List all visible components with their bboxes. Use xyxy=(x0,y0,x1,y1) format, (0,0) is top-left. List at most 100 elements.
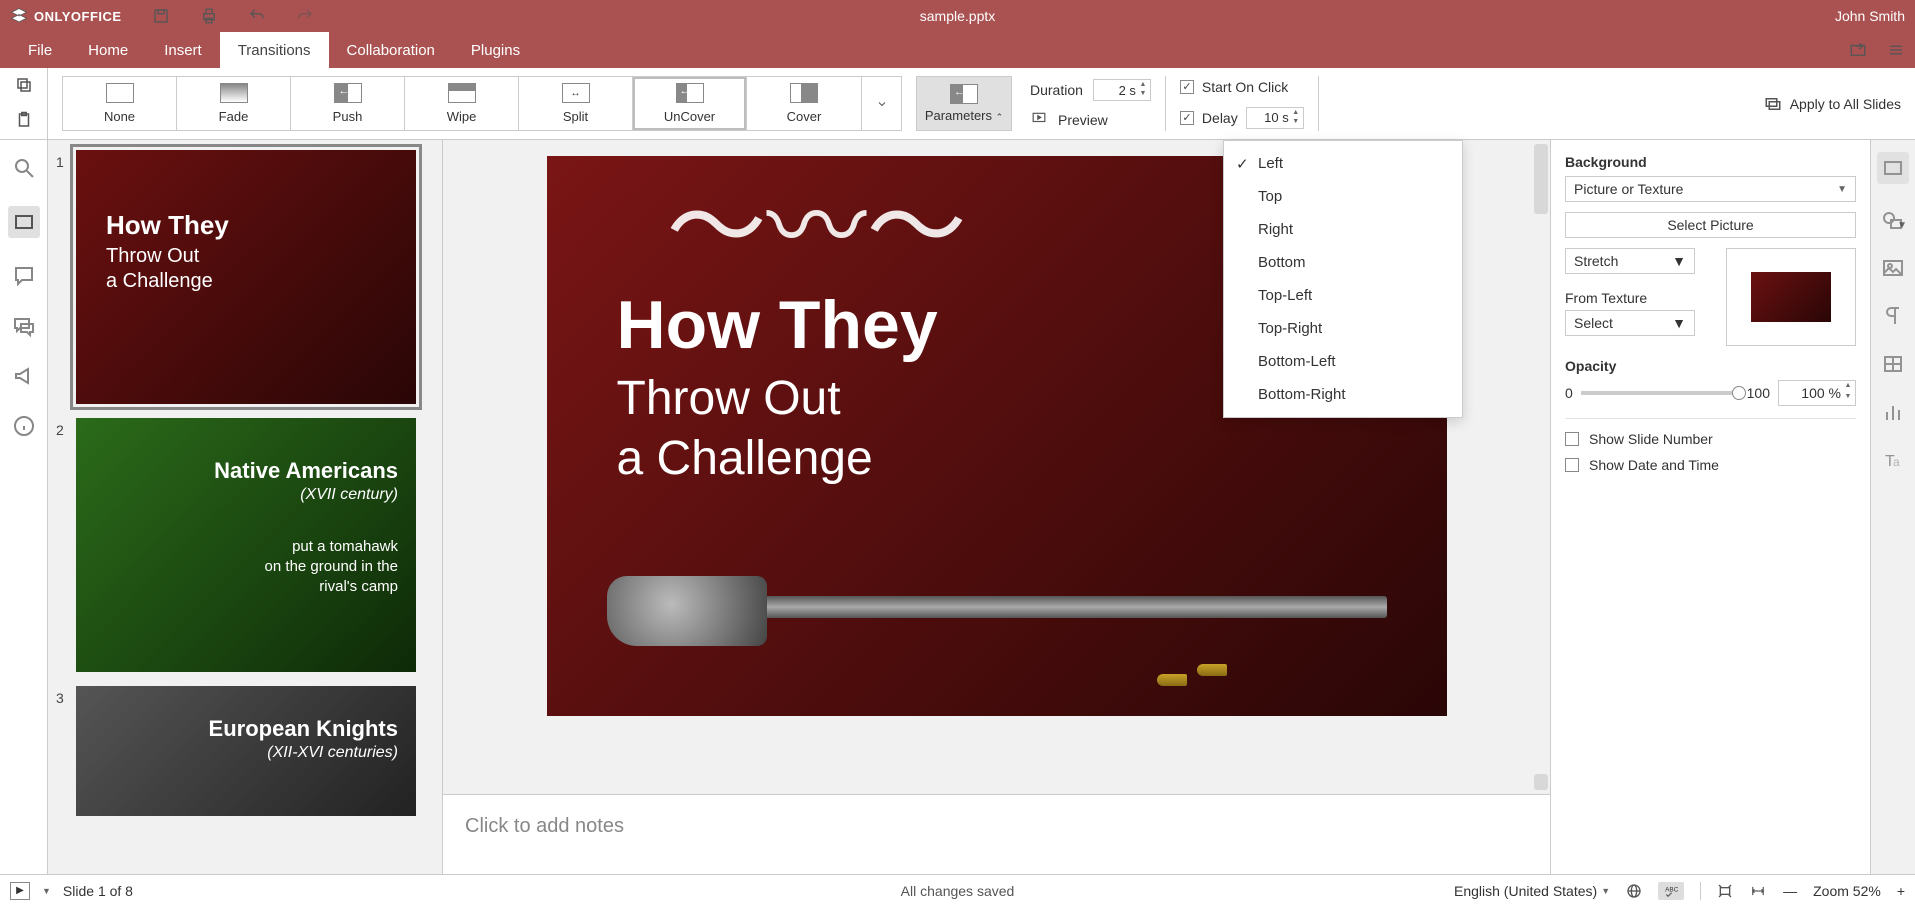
stretch-select[interactable]: Stretch▼ xyxy=(1565,248,1695,274)
paste-icon[interactable] xyxy=(15,111,33,132)
tab-file[interactable]: File xyxy=(10,32,70,68)
zoom-in-button[interactable]: + xyxy=(1897,883,1905,899)
vertical-scrollbar-end[interactable] xyxy=(1534,774,1548,790)
param-option-top[interactable]: Top xyxy=(1224,180,1462,213)
title-bar: ONLYOFFICE sample.pptx John Smith xyxy=(0,0,1915,32)
apply-to-all-button[interactable]: Apply to All Slides xyxy=(1764,68,1901,139)
param-option-left[interactable]: Left xyxy=(1224,147,1462,180)
slideshow-dropdown-icon[interactable]: ▼ xyxy=(42,886,51,896)
fit-width-icon[interactable] xyxy=(1749,884,1767,898)
document-title: sample.pptx xyxy=(920,8,995,24)
right-toolbar: Ta xyxy=(1870,140,1915,874)
zoom-level[interactable]: Zoom 52% xyxy=(1813,883,1881,899)
tab-transitions[interactable]: Transitions xyxy=(220,32,329,68)
fit-slide-icon[interactable] xyxy=(1717,883,1733,899)
language-selector[interactable]: English (United States) ▼ xyxy=(1454,883,1610,899)
tab-home[interactable]: Home xyxy=(70,32,146,68)
start-slideshow-button[interactable]: ▶ xyxy=(10,882,30,900)
thumb-number: 2 xyxy=(56,418,70,672)
param-option-right[interactable]: Right xyxy=(1224,213,1462,246)
globe-icon[interactable] xyxy=(1626,883,1642,899)
transition-split[interactable]: ↔Split xyxy=(519,77,633,130)
show-date-checkbox[interactable] xyxy=(1565,458,1579,472)
view-settings-icon[interactable] xyxy=(1887,41,1905,59)
transition-fade[interactable]: Fade xyxy=(177,77,291,130)
preview-button[interactable]: Preview xyxy=(1058,112,1108,128)
thumb-number: 3 xyxy=(56,686,70,816)
chat-icon[interactable] xyxy=(12,314,36,338)
comments-icon[interactable] xyxy=(12,264,36,288)
from-texture-label: From Texture xyxy=(1565,290,1714,306)
opacity-heading: Opacity xyxy=(1565,358,1856,374)
param-option-top-left[interactable]: Top-Left xyxy=(1224,279,1462,312)
notes-area[interactable]: Click to add notes xyxy=(443,794,1550,874)
svg-text:a: a xyxy=(1893,455,1900,469)
table-settings-icon[interactable] xyxy=(1881,352,1905,376)
start-on-click-label: Start On Click xyxy=(1202,79,1288,95)
save-status: All changes saved xyxy=(901,883,1015,899)
transition-push[interactable]: ←Push xyxy=(291,77,405,130)
show-date-label: Show Date and Time xyxy=(1589,457,1719,473)
transition-gallery-expand[interactable] xyxy=(862,76,902,131)
show-slide-number-label: Show Slide Number xyxy=(1589,431,1713,447)
select-picture-button[interactable]: Select Picture▼ xyxy=(1565,212,1856,238)
apply-all-icon xyxy=(1764,95,1782,113)
slide-thumbnails-panel: 1 How They Throw Out a Challenge 2 Nativ… xyxy=(48,140,443,874)
slide-thumbnail-2[interactable]: Native Americans (XVII century) put a to… xyxy=(76,418,416,672)
param-option-top-right[interactable]: Top-Right xyxy=(1224,312,1462,345)
transition-none[interactable]: None xyxy=(63,77,177,130)
transition-uncover[interactable]: ←UnCover xyxy=(633,77,747,130)
bullet-graphic xyxy=(1197,664,1227,676)
parameters-button[interactable]: ← Parameters ⌃ xyxy=(916,76,1012,131)
show-slide-number-checkbox[interactable] xyxy=(1565,432,1579,446)
print-icon[interactable] xyxy=(200,7,218,25)
param-option-bottom[interactable]: Bottom xyxy=(1224,246,1462,279)
transition-cover[interactable]: Cover xyxy=(747,77,861,130)
save-icon[interactable] xyxy=(152,7,170,25)
copy-icon[interactable] xyxy=(15,76,33,97)
parameters-icon: ← xyxy=(950,84,978,104)
parameters-dropdown: Left Top Right Bottom Top-Left Top-Right… xyxy=(1223,140,1463,418)
image-settings-icon[interactable] xyxy=(1881,256,1905,280)
about-icon[interactable] xyxy=(12,414,36,438)
texture-select[interactable]: Select▼ xyxy=(1565,310,1695,336)
delay-checkbox[interactable]: ✓ xyxy=(1180,111,1194,125)
opacity-slider[interactable] xyxy=(1581,391,1739,395)
brand-text: ONLYOFFICE xyxy=(34,9,122,24)
slide-thumbnail-3[interactable]: European Knights (XII-XVI centuries) xyxy=(76,686,416,816)
textart-settings-icon[interactable]: Ta xyxy=(1881,448,1905,472)
slide-counter: Slide 1 of 8 xyxy=(63,883,133,899)
opacity-input[interactable]: 100 %▲▼ xyxy=(1778,380,1856,406)
revolver-graphic xyxy=(567,566,1387,656)
slide-thumbnail-1[interactable]: How They Throw Out a Challenge xyxy=(76,150,416,404)
slides-icon[interactable] xyxy=(8,206,40,238)
slide-title-line1: How They xyxy=(617,286,938,364)
delay-label: Delay xyxy=(1202,110,1238,126)
background-fill-select[interactable]: Picture or Texture▼ xyxy=(1565,176,1856,202)
vertical-scrollbar[interactable] xyxy=(1534,144,1548,214)
shape-settings-icon[interactable] xyxy=(1881,208,1905,232)
find-icon[interactable] xyxy=(12,156,36,180)
tab-collaboration[interactable]: Collaboration xyxy=(329,32,453,68)
tab-plugins[interactable]: Plugins xyxy=(453,32,538,68)
duration-input[interactable]: 2 s▲▼ xyxy=(1093,79,1151,101)
transition-gallery: None Fade ←Push Wipe ↔Split ←UnCover Cov… xyxy=(62,76,862,131)
spellcheck-icon[interactable]: ABC xyxy=(1658,882,1684,900)
undo-icon[interactable] xyxy=(248,7,266,25)
start-on-click-checkbox[interactable]: ✓ xyxy=(1180,80,1194,94)
chart-settings-icon[interactable] xyxy=(1881,400,1905,424)
opacity-max: 100 xyxy=(1747,385,1770,401)
canvas-area: 〜〰〜 How They Throw Out a Challenge Left … xyxy=(443,140,1550,874)
feedback-icon[interactable] xyxy=(12,364,36,388)
delay-input[interactable]: 10 s▲▼ xyxy=(1246,107,1304,129)
zoom-out-button[interactable]: — xyxy=(1783,883,1797,899)
slide-settings-icon[interactable] xyxy=(1877,152,1909,184)
param-option-bottom-left[interactable]: Bottom-Left xyxy=(1224,345,1462,378)
open-location-icon[interactable] xyxy=(1849,41,1867,59)
user-name[interactable]: John Smith xyxy=(1835,8,1905,24)
paragraph-settings-icon[interactable] xyxy=(1881,304,1905,328)
param-option-bottom-right[interactable]: Bottom-Right xyxy=(1224,378,1462,411)
tab-insert[interactable]: Insert xyxy=(146,32,220,68)
transition-wipe[interactable]: Wipe xyxy=(405,77,519,130)
redo-icon[interactable] xyxy=(296,7,314,25)
